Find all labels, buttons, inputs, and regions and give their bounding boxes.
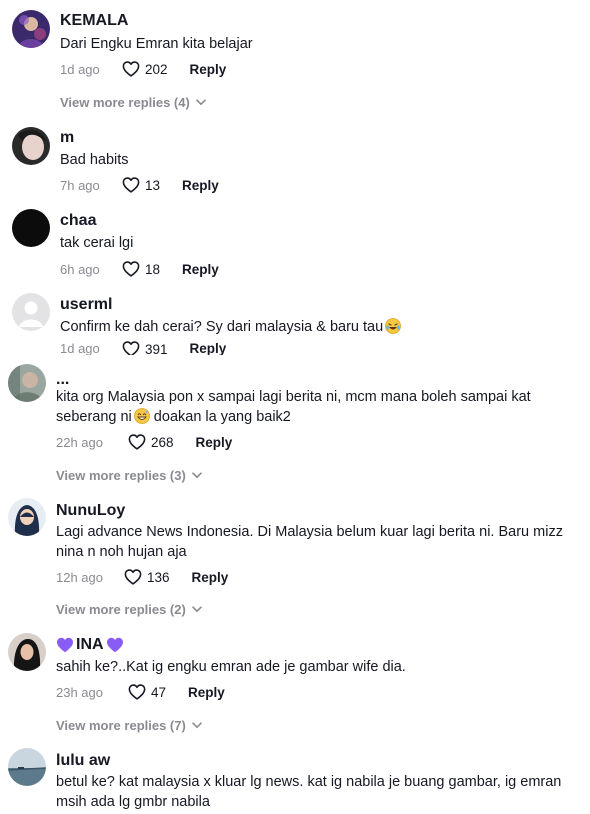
heart-outline-icon — [128, 684, 146, 700]
comment-meta: 1d ago 202 Reply — [60, 59, 226, 79]
comment-text-body: Confirm ke dah cerai? Sy dari malaysia &… — [60, 319, 384, 335]
timestamp: 22h ago — [56, 434, 103, 450]
username[interactable]: KEMALA — [60, 12, 128, 30]
comment-text: betul ke? kat malaysia x kluar lg news. … — [56, 772, 576, 812]
like-button[interactable]: 13 — [122, 177, 160, 193]
comment-text-segment: doakan la yang baik2 — [149, 409, 291, 425]
heart-outline-icon — [122, 261, 140, 277]
purple-heart-icon — [106, 637, 123, 653]
timestamp: 1d ago — [60, 61, 100, 77]
reply-button[interactable]: Reply — [190, 62, 227, 77]
avatar[interactable] — [12, 293, 50, 331]
avatar[interactable] — [12, 10, 50, 48]
comment-meta: 22h ago 268 Reply — [56, 432, 232, 452]
view-more-replies[interactable]: View more replies (2) — [56, 602, 202, 617]
view-more-label: View more replies (2) — [56, 602, 186, 617]
like-count: 47 — [151, 684, 167, 700]
comment-text: Lagi advance News Indonesia. Di Malaysia… — [56, 522, 576, 562]
timestamp: 6h ago — [60, 261, 100, 277]
purple-heart-icon — [57, 637, 73, 653]
username-text: INA — [76, 636, 104, 653]
comment-meta: 6h ago 18 Reply — [60, 259, 219, 279]
like-button[interactable]: 136 — [124, 569, 170, 585]
heart-outline-icon — [122, 61, 140, 77]
comment-text: Confirm ke dah cerai? Sy dari malaysia &… — [60, 317, 550, 337]
avatar[interactable] — [8, 364, 46, 402]
laughing-tears-emoji-icon — [385, 318, 402, 334]
like-button[interactable]: 47 — [128, 684, 166, 700]
chevron-down-icon — [192, 472, 202, 479]
username[interactable]: INA — [56, 636, 124, 654]
comment-text-line: Lagi advance News Indonesia. Di Malaysia… — [56, 524, 563, 540]
comment-meta: 7h ago 13 Reply — [60, 175, 219, 195]
timestamp: 12h ago — [56, 569, 103, 585]
reply-button[interactable]: Reply — [190, 341, 227, 355]
reply-button[interactable]: Reply — [196, 435, 233, 450]
comment-text-line: kita org Malaysia pon x sampai lagi beri… — [56, 389, 531, 405]
comment-text-line: nina n noh hujan aja — [56, 544, 187, 560]
comment-text: Dari Engku Emran kita belajar — [60, 36, 253, 52]
avatar[interactable] — [8, 748, 46, 786]
username[interactable]: m — [60, 129, 74, 147]
comment-text-segment: seberang ni — [56, 409, 132, 425]
comment-text-line: msih ada lg gmbr nabila — [56, 794, 210, 810]
comment-meta: 1d ago 391 Reply — [60, 341, 226, 355]
view-more-replies[interactable]: View more replies (3) — [56, 468, 202, 483]
heart-outline-icon — [122, 341, 140, 355]
comment-meta: 23h ago 47 Reply — [56, 682, 225, 702]
view-more-label: View more replies (3) — [56, 468, 186, 483]
view-more-replies[interactable]: View more replies (4) — [60, 95, 206, 110]
comment-meta: 12h ago 136 Reply — [56, 567, 228, 587]
username[interactable]: chaa — [60, 212, 96, 230]
like-count: 268 — [151, 434, 174, 450]
chevron-down-icon — [196, 99, 206, 106]
view-more-replies[interactable]: View more replies (7) — [56, 718, 202, 733]
heart-outline-icon — [128, 434, 146, 450]
like-count: 18 — [145, 261, 161, 277]
reply-button[interactable]: Reply — [192, 570, 229, 585]
comment-text: kita org Malaysia pon x sampai lagi beri… — [56, 387, 576, 427]
avatar[interactable] — [12, 127, 50, 165]
like-button[interactable]: 268 — [128, 434, 174, 450]
comment-text-line: betul ke? kat malaysia x kluar lg news. … — [56, 774, 562, 790]
comment-text-line: seberang ni doakan la yang baik2 — [56, 407, 576, 427]
comment-text: sahih ke?..Kat ig engku emran ade je gam… — [56, 659, 406, 675]
like-count: 202 — [145, 61, 168, 77]
heart-outline-icon — [122, 177, 140, 193]
comment-text: tak cerai lgi — [60, 235, 134, 251]
like-count: 391 — [145, 341, 168, 356]
reply-button[interactable]: Reply — [182, 178, 219, 193]
avatar[interactable] — [8, 498, 46, 536]
like-button[interactable]: 202 — [122, 61, 168, 77]
chevron-down-icon — [192, 722, 202, 729]
like-button[interactable]: 391 — [122, 341, 168, 355]
username[interactable]: userml — [60, 296, 112, 314]
username[interactable]: lulu aw — [56, 752, 110, 770]
like-count: 136 — [147, 569, 170, 585]
view-more-label: View more replies (7) — [56, 718, 186, 733]
username[interactable]: NunuLoy — [56, 502, 125, 520]
avatar[interactable] — [8, 633, 46, 671]
comment-text: Bad habits — [60, 152, 129, 168]
like-button[interactable]: 18 — [122, 261, 160, 277]
view-more-label: View more replies (4) — [60, 95, 190, 110]
heart-outline-icon — [124, 569, 142, 585]
timestamp: 23h ago — [56, 684, 103, 700]
grinning-sweat-emoji-icon — [133, 408, 150, 424]
like-count: 13 — [145, 177, 161, 193]
avatar[interactable] — [12, 209, 50, 247]
timestamp: 1d ago — [60, 341, 100, 355]
chevron-down-icon — [192, 606, 202, 613]
timestamp: 7h ago — [60, 177, 100, 193]
reply-button[interactable]: Reply — [182, 262, 219, 277]
reply-button[interactable]: Reply — [188, 685, 225, 700]
